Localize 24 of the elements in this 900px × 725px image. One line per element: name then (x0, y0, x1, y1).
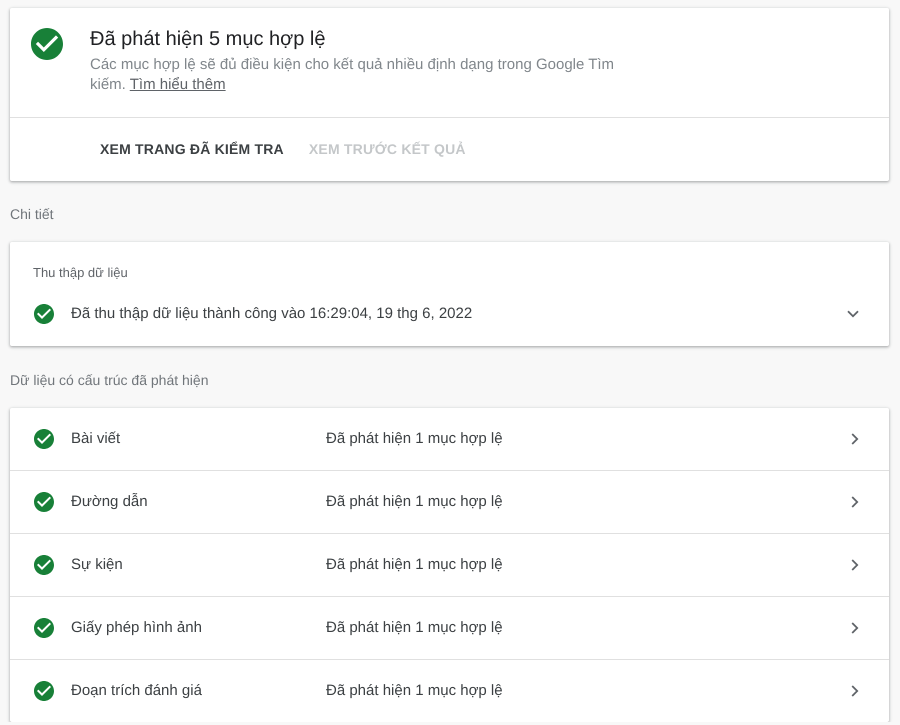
chevron-right-icon[interactable] (851, 496, 859, 508)
section-heading: Dữ liệu có cấu trúc đã phát hiện (10, 371, 208, 390)
item-result-text: Đã phát hiện 1 mục hợp lệ (326, 555, 503, 575)
crawl-status-text: Đã thu thập dữ liệu thành công vào 16:29:04, 19 thg 6, 2022 (71, 304, 472, 324)
item-type-name: Bài viết (71, 429, 120, 449)
item-type-name: Giấy phép hình ảnh (71, 618, 202, 638)
view-tested-page-button[interactable]: XEM TRANG ĐÃ KIỂM TRA (92, 131, 292, 167)
chevron-right-icon[interactable] (851, 559, 859, 571)
section-heading: Chi tiết (10, 205, 54, 224)
summary-description: Các mục hợp lệ sẽ đủ điều kiện cho kết quả nhiều định dạng trong Google Tìm kiếm. Tìm hiểu thêm (90, 55, 616, 94)
item-type-name: Sự kiện (71, 555, 123, 575)
item-result-text: Đã phát hiện 1 mục hợp lệ (326, 681, 503, 701)
item-result-text: Đã phát hiện 1 mục hợp lệ (326, 492, 503, 512)
chevron-right-icon[interactable] (851, 685, 859, 697)
item-type-name: Đoạn trích đánh giá (71, 681, 202, 701)
summary-title: Đã phát hiện 5 mục hợp lệ (90, 27, 326, 52)
learn-more-link[interactable]: Tìm hiểu thêm (130, 76, 226, 92)
item-result-text: Đã phát hiện 1 mục hợp lệ (326, 429, 503, 449)
chevron-right-icon[interactable] (851, 622, 859, 634)
card-title: Thu thập dữ liệu (33, 264, 128, 282)
item-result-text: Đã phát hiện 1 mục hợp lệ (326, 618, 503, 638)
chevron-right-icon[interactable] (851, 433, 859, 445)
item-type-name: Đường dẫn (71, 492, 148, 512)
chevron-down-icon[interactable] (847, 310, 859, 318)
